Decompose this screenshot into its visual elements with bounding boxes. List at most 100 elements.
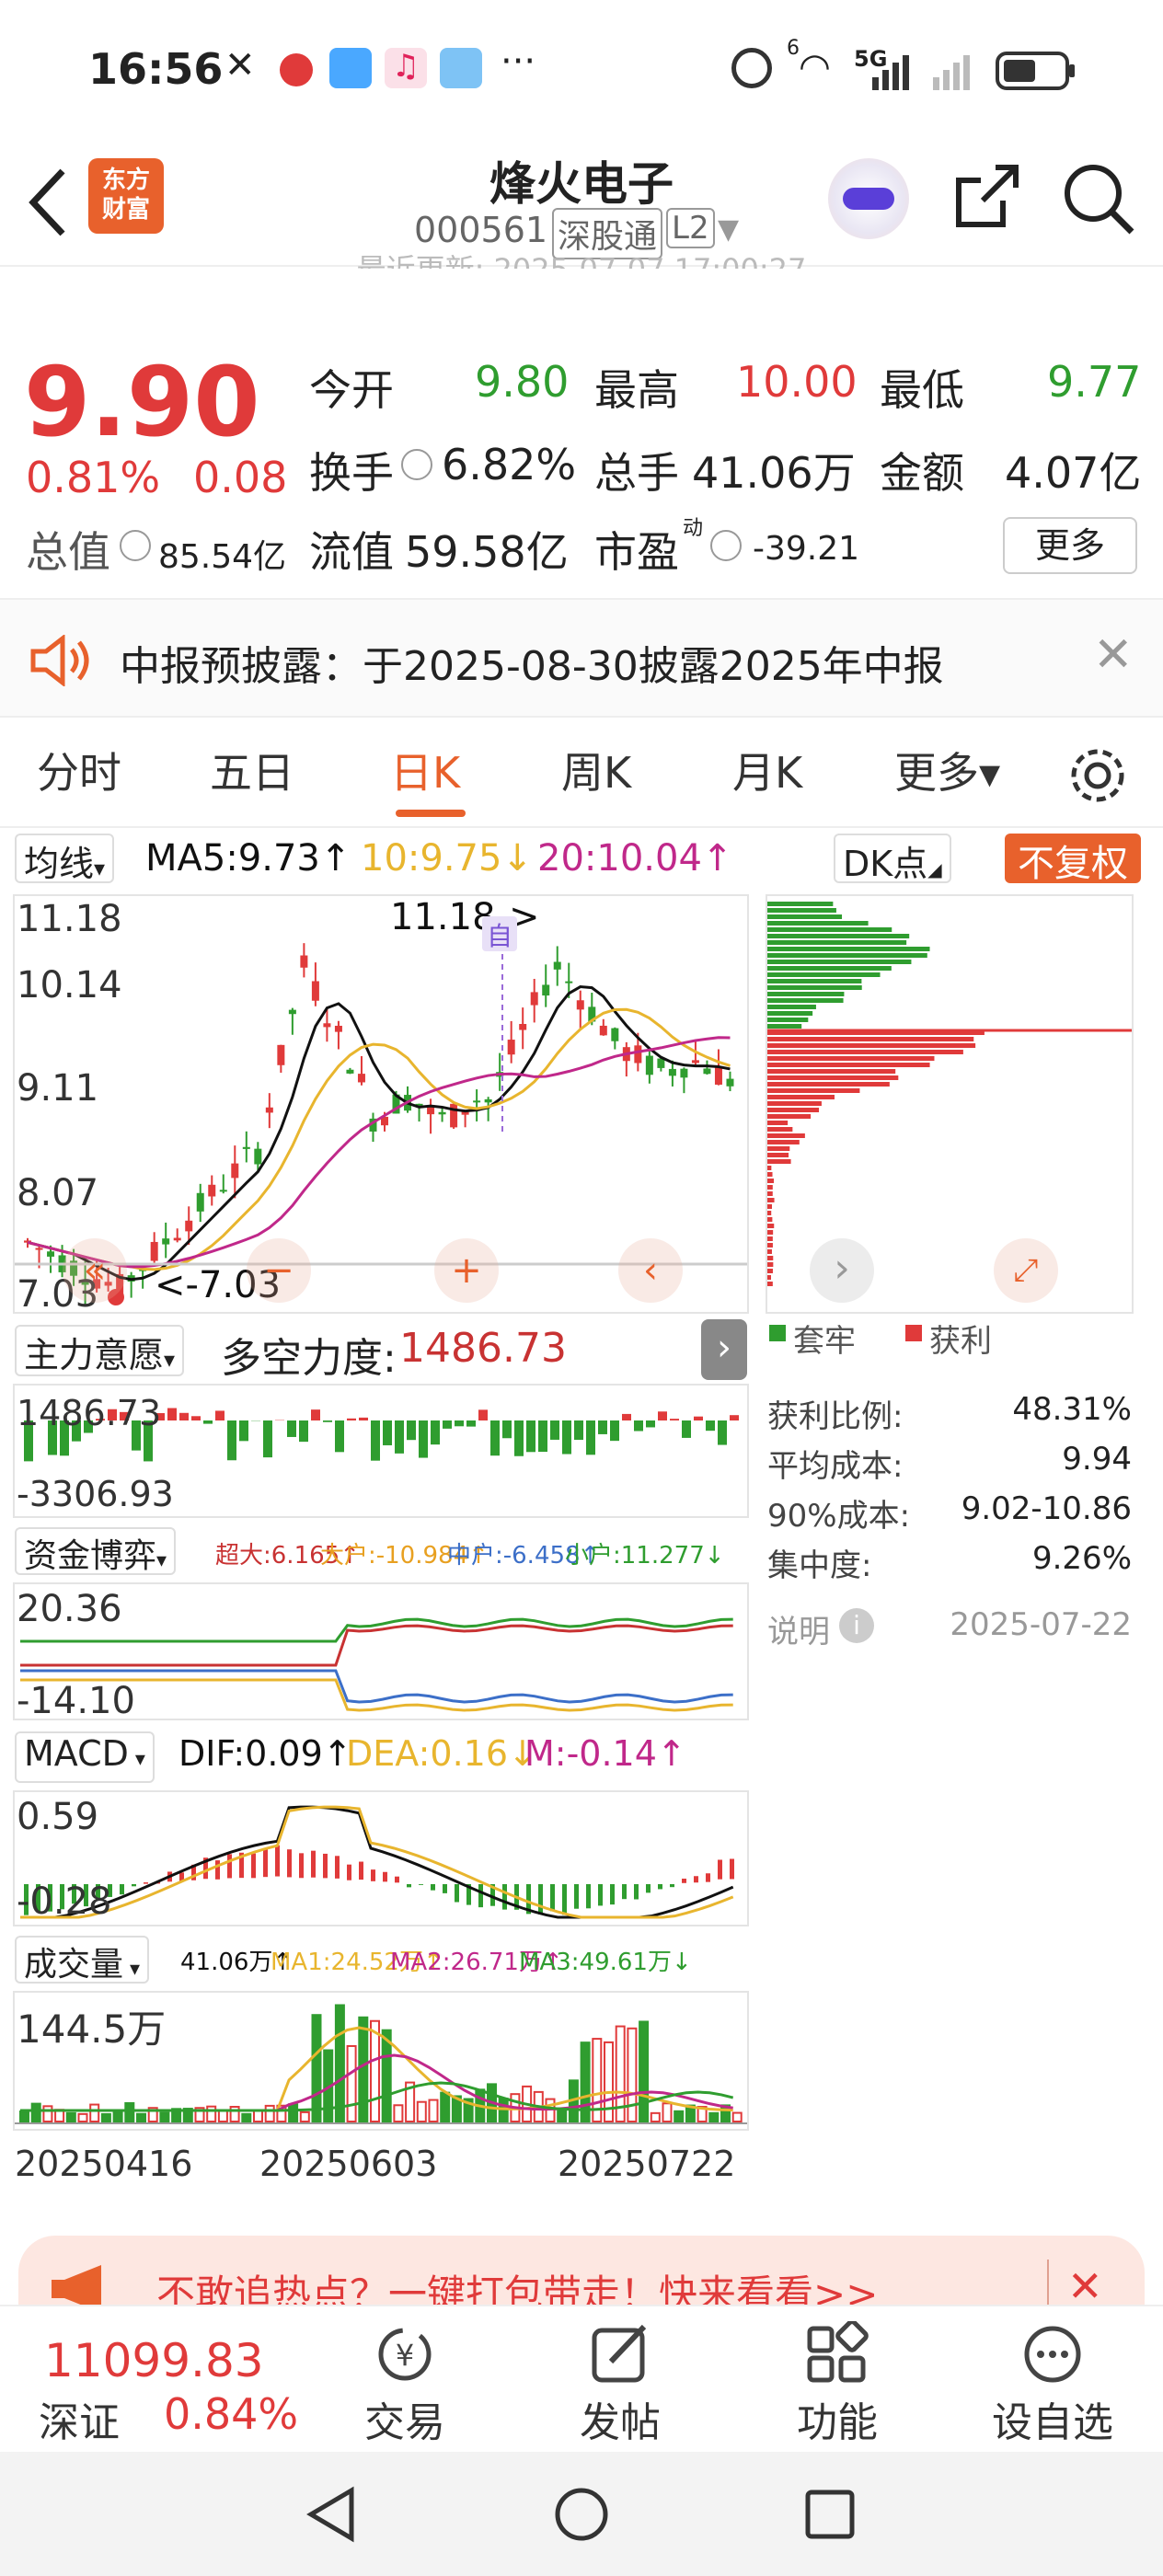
scroll-left-icon[interactable]: «: [63, 1238, 127, 1303]
chip-bar: [767, 1204, 772, 1209]
force-bar: [227, 1420, 236, 1461]
macd-bar: [371, 1869, 375, 1881]
dk-select[interactable]: DK点◢: [834, 834, 951, 884]
info-icon[interactable]: [120, 530, 151, 561]
close-icon[interactable]: ✕: [1093, 627, 1134, 683]
open-label: 今开: [309, 365, 394, 415]
chip-bar: [767, 1133, 805, 1138]
info-icon[interactable]: i: [839, 1608, 874, 1643]
chip-bar: [767, 1256, 774, 1260]
nav-recents-icon[interactable]: [800, 2485, 859, 2544]
zoom-in-icon[interactable]: +: [434, 1238, 499, 1303]
kline-candle: [219, 1190, 227, 1192]
share-icon[interactable]: [950, 160, 1023, 234]
trade-button[interactable]: ¥ 交易: [331, 2306, 478, 2448]
fuquan-button[interactable]: 不复权: [1005, 834, 1141, 885]
missed-call-icon: ✕: [225, 44, 256, 86]
force-bar: [203, 1420, 213, 1424]
volume-select[interactable]: 成交量 ▾: [15, 1936, 150, 1984]
close-icon[interactable]: ✕: [1067, 2261, 1103, 2311]
chip-bar: [767, 979, 862, 983]
chip-distribution[interactable]: › ⤢: [766, 894, 1134, 1314]
tab-five-day[interactable]: 五日: [210, 718, 294, 828]
nav-home-icon[interactable]: [552, 2485, 611, 2544]
kline-candle: [530, 992, 538, 1006]
high-marker: 11.18->: [390, 896, 540, 938]
tab-month-k[interactable]: 月K: [732, 718, 802, 828]
macd-chart[interactable]: 0.59 -0.28: [13, 1790, 749, 1926]
post-button[interactable]: 发帖: [547, 2306, 694, 2448]
chip-bar: [767, 966, 892, 971]
turnover-value: 6.82%: [442, 440, 577, 489]
info-icon[interactable]: [401, 449, 432, 480]
change-pct: 0.81%: [26, 453, 161, 502]
chip-bar: [767, 1269, 773, 1273]
scroll-back-icon[interactable]: ‹: [618, 1238, 683, 1303]
force-bar: [443, 1420, 452, 1429]
y-tick: 9.11: [17, 1067, 99, 1110]
tab-week-k[interactable]: 周K: [561, 718, 631, 828]
y-tick: 1486.73: [17, 1393, 162, 1433]
index-value[interactable]: 11099.83: [44, 2334, 264, 2387]
battery-icon: [996, 52, 1075, 90]
ma-line: [27, 985, 731, 1282]
volume-bar: [731, 2111, 743, 2122]
volume-chart[interactable]: 144.5万: [13, 1991, 749, 2131]
kline-candle: [288, 1009, 296, 1015]
promo-divider: [1047, 2260, 1049, 2306]
chip-bar: [767, 940, 907, 945]
more-button[interactable]: 更多: [1003, 517, 1137, 574]
float-label: 流值: [309, 527, 394, 577]
y-tick: -14.10: [17, 1680, 135, 1720]
notice-bar[interactable]: 中报预披露：于2025-08-30披露2025年中报 ✕: [0, 598, 1163, 718]
zoom-out-icon[interactable]: −: [247, 1238, 311, 1303]
force-bar: [670, 1419, 679, 1420]
trade-icon: ¥: [378, 2328, 432, 2381]
chip-bar: [767, 1262, 774, 1267]
volume-bar: [264, 2104, 275, 2122]
chip-bar: [767, 908, 836, 913]
search-icon[interactable]: [1060, 160, 1137, 237]
amount-value: 4.07亿: [1005, 448, 1142, 498]
funds-chart[interactable]: 20.36 -14.10: [13, 1582, 749, 1720]
funds-select[interactable]: 资金博弈▾: [15, 1527, 177, 1575]
info-icon[interactable]: [710, 530, 742, 561]
nav-back-icon[interactable]: [304, 2485, 359, 2544]
dropdown-icon[interactable]: ▼: [718, 213, 739, 246]
volume-bar: [334, 2004, 345, 2123]
macd-bar: [634, 1884, 639, 1900]
quote-panel: 9.90 0.81% 0.08 今开 9.80 最高 10.00 最低 9.77…: [0, 276, 1163, 589]
chip-bar: [767, 1211, 772, 1215]
force-select[interactable]: 主力意愿▾: [15, 1325, 185, 1376]
kline-candle: [173, 1237, 181, 1241]
ma20-value: 20:10.04↑: [537, 837, 733, 880]
chip-bar: [767, 1018, 809, 1022]
ma-select[interactable]: 均线▾: [15, 834, 115, 884]
chip-bar: [767, 960, 912, 964]
force-chart[interactable]: 1486.73 -3306.93: [13, 1384, 749, 1518]
macd-bar: [419, 1884, 423, 1885]
force-bar: [215, 1410, 225, 1420]
force-bar: [598, 1420, 607, 1434]
kline-chart[interactable]: 11.18 10.14 9.11 8.07 7.03 11.18-> <-7.0…: [13, 894, 749, 1314]
volume-bar: [65, 2111, 76, 2123]
add-watchlist-button[interactable]: 设自选: [979, 2306, 1126, 2448]
functions-button[interactable]: 功能: [764, 2306, 911, 2448]
index-name[interactable]: 深证: [39, 2389, 120, 2448]
macd-select[interactable]: MACD ▾: [15, 1731, 155, 1783]
tab-more[interactable]: 更多▾: [894, 718, 1000, 828]
ai-assistant-icon[interactable]: [828, 158, 909, 239]
index-pct[interactable]: 0.84%: [164, 2389, 298, 2439]
volume-bar: [358, 2016, 369, 2122]
settings-gear-icon[interactable]: [1067, 745, 1128, 806]
volume-bar: [393, 2104, 404, 2122]
expand-icon[interactable]: ⤢: [994, 1238, 1058, 1303]
tab-fenshi[interactable]: 分时: [37, 718, 121, 828]
open-value: 9.80: [475, 357, 570, 407]
chip-bar: [767, 1217, 773, 1222]
force-bar: [502, 1420, 512, 1439]
panel-expand-icon[interactable]: ›: [701, 1319, 747, 1380]
chip-note-label[interactable]: 说明: [767, 1606, 830, 1651]
float-value: 59.58亿: [405, 527, 569, 577]
chip-next-icon[interactable]: ›: [810, 1238, 874, 1303]
